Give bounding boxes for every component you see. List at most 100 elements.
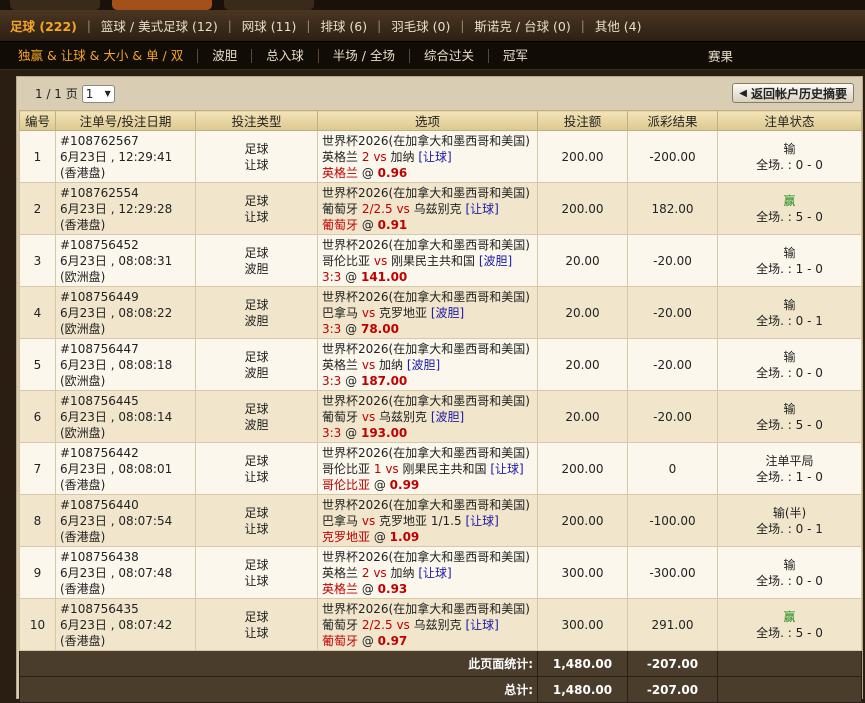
table-row: 8 #108756440 6月23日 , 08:07:54 (香港盘) 足球 让球 世界杯2… (19, 494, 862, 547)
final-score: 全场. : 0 - 0 (756, 157, 823, 172)
odds-value: 1.09 (389, 529, 420, 544)
ticket-id: #108756447 (60, 341, 139, 356)
status-cell: 输全场. : 0 - 1 (717, 286, 862, 339)
ticket-id: #108756449 (60, 289, 139, 304)
status-cell: 输全场. : 0 - 0 (717, 546, 862, 599)
stake-amount: 200.00 (561, 149, 604, 164)
payout-cell: -20.00 (627, 338, 718, 391)
selection-cell: 世界杯2026(在加拿大和墨西哥和美国) 葡萄牙 2/2.5 vs 乌兹别克 [让… (317, 598, 538, 651)
payout-amount: -20.00 (653, 305, 692, 320)
away-team: 加纳 (390, 149, 415, 164)
top-tab-strip (0, 0, 865, 10)
ticket-info-cell: #108762567 6月23日 , 12:29:41 (香港盘) (55, 130, 196, 183)
menu-separator: | (460, 18, 465, 33)
results-link[interactable]: 赛果 (708, 46, 733, 65)
sport-tab[interactable]: 斯诺克 / 台球 (0) (474, 16, 570, 35)
sport-tab[interactable]: 羽毛球 (0) (391, 16, 450, 35)
payout-cell: 182.00 (627, 182, 718, 235)
ticket-id: #108756452 (60, 237, 139, 252)
row-number: 1 (33, 149, 42, 164)
status-cell: 输全场. : 0 - 0 (717, 130, 862, 183)
bet-type-name: 让球 (244, 625, 269, 640)
row-number-cell: 9 (19, 546, 56, 599)
league-name: 世界杯2026(在加拿大和墨西哥和美国) (322, 289, 530, 304)
stake-cell: 300.00 (537, 598, 628, 651)
sport-name: 足球 (244, 245, 269, 260)
stake-cell: 300.00 (537, 546, 628, 599)
bet-tag: [让球] (465, 201, 499, 216)
stake-cell: 20.00 (537, 338, 628, 391)
bet-tag: [让球] (418, 565, 452, 580)
top-tab[interactable] (10, 0, 100, 10)
table-row: 2 #108762554 6月23日 , 12:29:28 (香港盘) 足球 让球 世界杯2… (19, 182, 862, 235)
bet-type-name: 让球 (244, 157, 269, 172)
home-team: 英格兰 (322, 357, 359, 372)
status-cell: 注单平局 全场. : 1 - 0 (717, 442, 862, 495)
column-header: 派彩结果 (627, 110, 718, 131)
sport-tab[interactable]: 网球 (11) (242, 16, 297, 35)
bet-type-tab[interactable]: 冠军 (489, 48, 542, 63)
stake-cell: 20.00 (537, 234, 628, 287)
status-cell: 输(半) 全场. : 0 - 1 (717, 494, 862, 547)
away-team: 克罗地亚 1/1.5 (379, 513, 462, 528)
stake-amount: 300.00 (561, 617, 604, 632)
odds-value: 0.91 (377, 217, 408, 232)
home-team: 英格兰 (322, 565, 359, 580)
bet-type-tab[interactable]: 独赢 & 让球 & 大小 & 单 / 双 (0, 48, 199, 63)
home-team: 英格兰 (322, 149, 359, 164)
selection-cell: 世界杯2026(在加拿大和墨西哥和美国) 英格兰 vs 加纳 [波胆] 3:3 @ … (317, 338, 538, 391)
bet-type-name: 波胆 (244, 417, 269, 432)
stake-amount: 200.00 (561, 201, 604, 216)
row-number-cell: 4 (19, 286, 56, 339)
picked-selection: 葡萄牙 (322, 217, 359, 232)
vs-label: vs (373, 253, 388, 268)
bet-type-tab[interactable]: 波胆 (198, 48, 253, 63)
payout-amount: -300.00 (649, 565, 696, 580)
at-sign: @ (345, 373, 358, 388)
sport-name: 足球 (244, 557, 269, 572)
stake-cell: 200.00 (537, 182, 628, 235)
total-payout: -207.00 (627, 650, 718, 677)
picked-selection: 克罗地亚 (322, 529, 371, 544)
payout-amount: -20.00 (653, 357, 692, 372)
menu-separator: | (306, 18, 311, 33)
top-tab-active[interactable] (112, 0, 212, 10)
stake-cell: 20.00 (537, 390, 628, 443)
sport-name: 足球 (244, 505, 269, 520)
sport-tab[interactable]: 其他 (4) (595, 16, 642, 35)
bet-type-tab[interactable]: 半场 / 全场 (319, 48, 410, 63)
final-score: 全场. : 1 - 0 (756, 469, 823, 484)
back-to-history-button[interactable]: ◀ 返回帐户历史摘要 (732, 83, 854, 103)
status-cell: 输全场. : 5 - 0 (717, 390, 862, 443)
stake-cell: 200.00 (537, 442, 628, 495)
league-name: 世界杯2026(在加拿大和墨西哥和美国) (322, 445, 530, 460)
vs-label: vs (373, 149, 387, 164)
row-number: 2 (33, 201, 42, 216)
menu-separator: | (377, 18, 382, 33)
bet-date: 6月23日 , 08:08:22 (60, 305, 173, 320)
payout-amount: -100.00 (649, 513, 696, 528)
totals-blank (717, 650, 862, 677)
bet-tag: [波胆] (478, 253, 513, 268)
ticket-id: #108756442 (60, 445, 139, 460)
page-label: 1 / 1 页 (35, 87, 78, 101)
bet-type-name: 波胆 (244, 313, 269, 328)
final-score: 全场. : 5 - 0 (756, 625, 823, 640)
sport-tab[interactable]: 足球 (222) (10, 16, 77, 35)
selection-cell: 世界杯2026(在加拿大和墨西哥和美国) 葡萄牙 vs 乌兹别克 [波胆] 3:3 … (317, 390, 538, 443)
top-tab[interactable] (224, 0, 314, 10)
bet-type-tab[interactable]: 综合过关 (410, 48, 489, 63)
bet-date: 6月23日 , 08:08:14 (60, 409, 173, 424)
bet-status: 注单平局 (765, 453, 814, 468)
sport-tab[interactable]: 篮球 / 美式足球 (12) (101, 16, 218, 35)
page-select[interactable]: 1 ▼ (81, 84, 115, 103)
back-button-label: 返回帐户历史摘要 (750, 86, 847, 101)
bet-type-cell: 足球 让球 (195, 598, 318, 651)
bet-type-tab[interactable]: 总入球 (252, 48, 319, 63)
row-number: 10 (29, 617, 46, 632)
stake-amount: 200.00 (561, 461, 604, 476)
odds-market: (香港盘) (60, 477, 106, 492)
league-name: 世界杯2026(在加拿大和墨西哥和美国) (322, 549, 530, 564)
stake-amount: 20.00 (565, 253, 600, 268)
sport-tab[interactable]: 排球 (6) (320, 16, 367, 35)
